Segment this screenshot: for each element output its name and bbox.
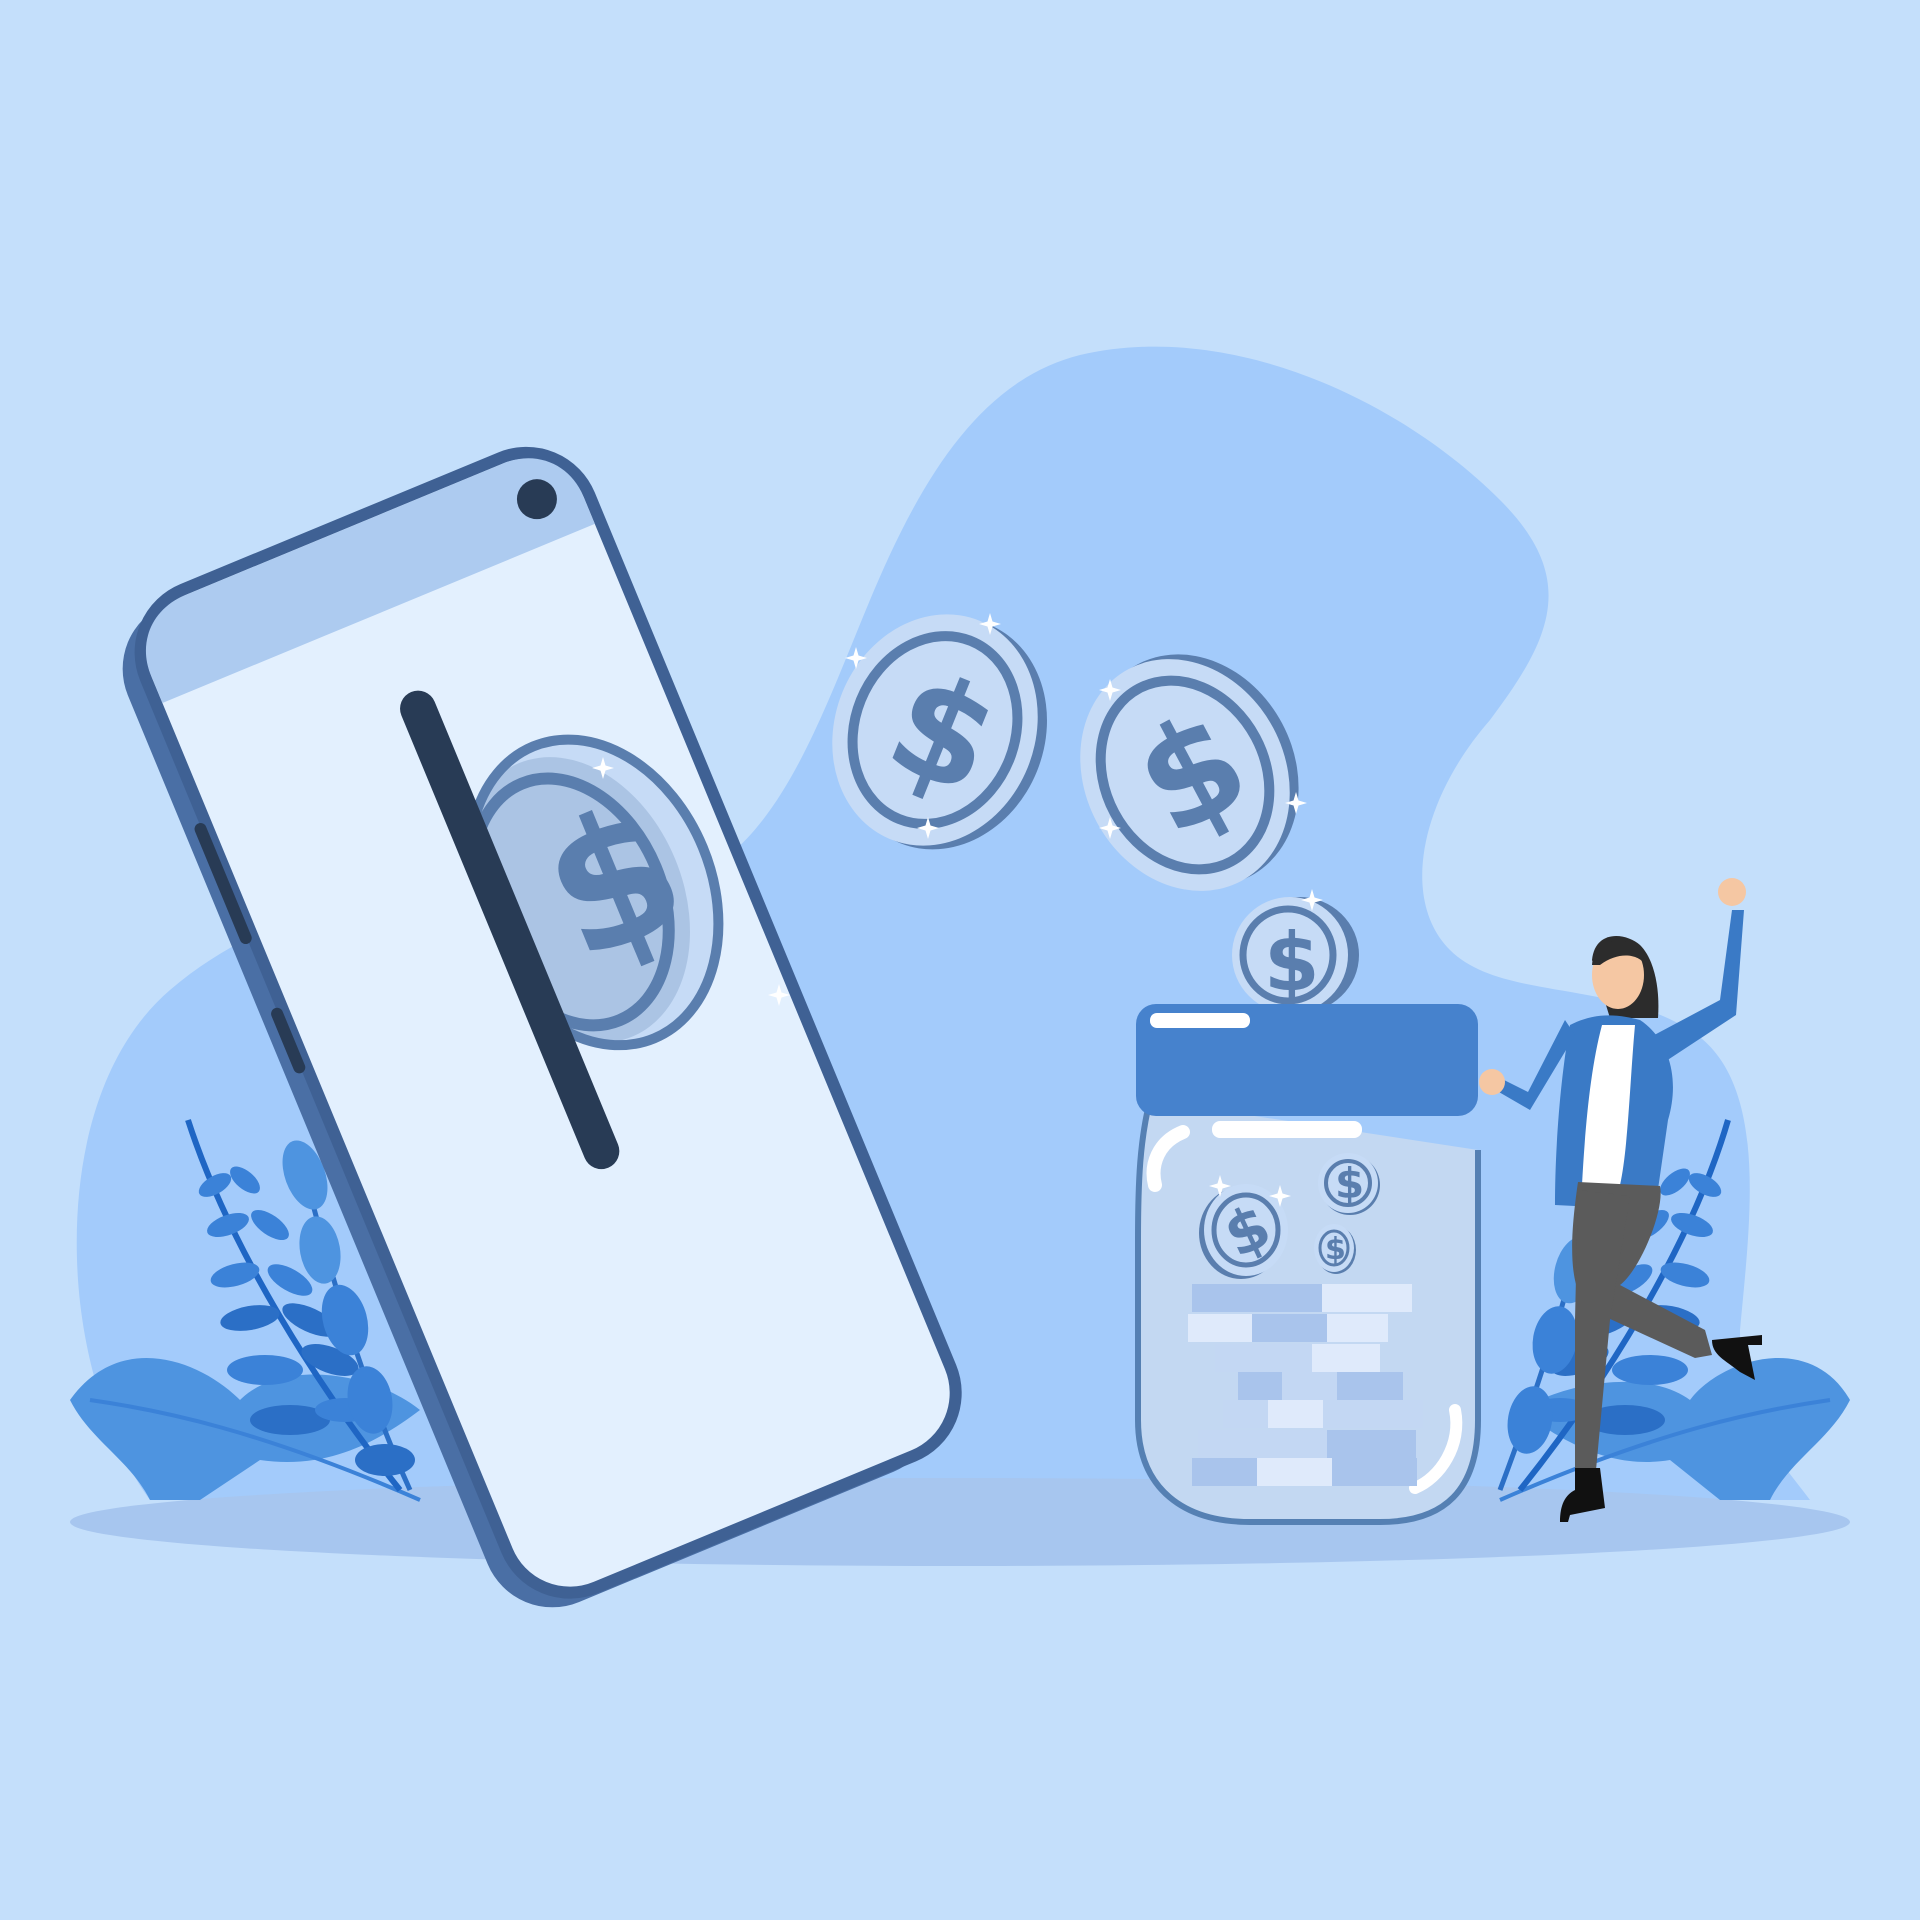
savings-jar: $ $ $ <box>1135 1004 1481 1525</box>
svg-text:$: $ <box>1264 916 1320 1009</box>
coin-dropping-into-jar: $ <box>1232 897 1359 1013</box>
svg-text:$: $ <box>1335 1159 1364 1208</box>
savings-illustration: $ $ $ $ $ $ $ <box>0 0 1920 1920</box>
svg-text:$: $ <box>1325 1232 1346 1267</box>
